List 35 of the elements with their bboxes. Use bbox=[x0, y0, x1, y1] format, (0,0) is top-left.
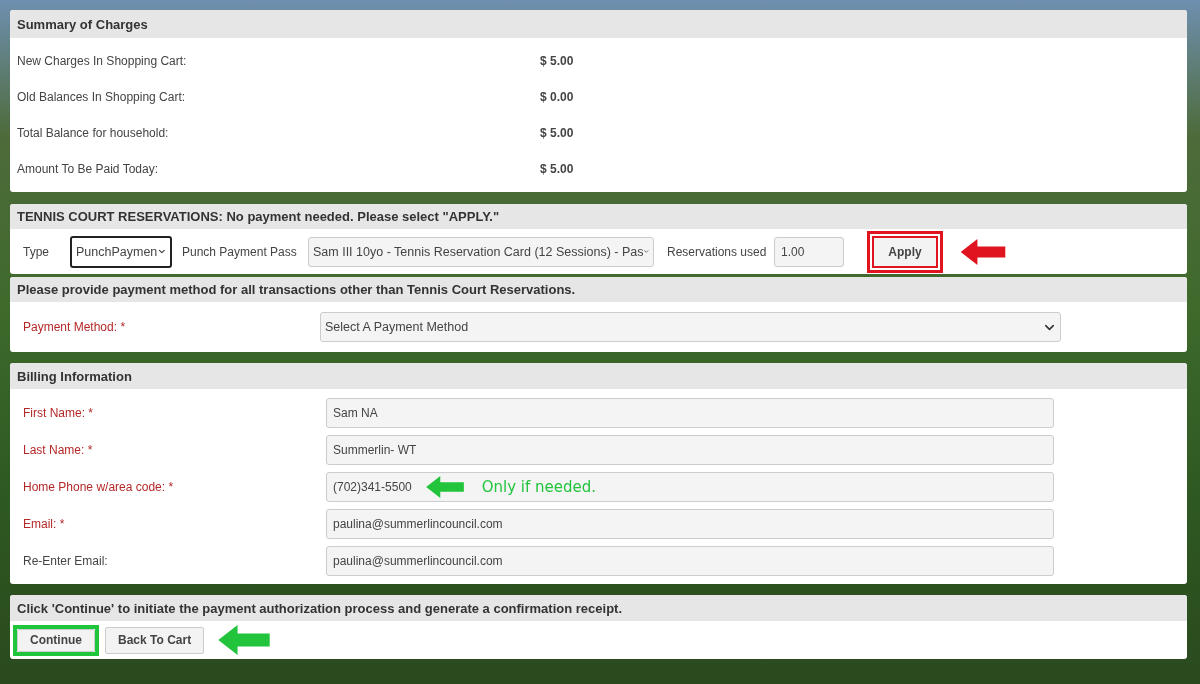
text-field[interactable]: (702)341-5500 Only if needed. bbox=[326, 471, 1054, 502]
charge-amount: $ 5.00 bbox=[540, 126, 575, 140]
continue-button[interactable]: Continue bbox=[17, 628, 95, 652]
charge-label: Old Balances In Shopping Cart: bbox=[17, 90, 187, 104]
charge-label: Total Balance for household: bbox=[17, 126, 170, 140]
annotation-note: Only if needed. bbox=[481, 477, 597, 496]
field-label: Last Name: * bbox=[23, 442, 94, 457]
charge-amount: $ 5.00 bbox=[540, 162, 575, 176]
payment-method-select[interactable]: Select A Payment Method bbox=[320, 312, 1061, 342]
panel-title: Summary of Charges bbox=[10, 10, 1187, 38]
text-field[interactable]: Summerlin- WT bbox=[326, 434, 1054, 465]
text-field[interactable]: paulina@summerlincouncil.com bbox=[326, 508, 1054, 539]
field-label: Re-Enter Email: bbox=[23, 553, 109, 568]
charge-label: New Charges In Shopping Cart: bbox=[17, 54, 188, 68]
apply-button[interactable]: Apply bbox=[874, 237, 936, 266]
field-label: Punch Payment Pass bbox=[182, 244, 298, 259]
panel-title: Please provide payment method for all transactions other than Tennis Court Reservations. bbox=[10, 277, 1187, 302]
pass-select[interactable]: Sam III 10yo - Tennis Reservation Card (12 Sessions) - Pas bbox=[308, 236, 654, 267]
field-label: Reservations used bbox=[667, 244, 768, 259]
panel-title: TENNIS COURT RESERVATIONS: No payment needed. Please select "APPLY." bbox=[10, 204, 1187, 229]
text-field[interactable]: paulina@summerlincouncil.com bbox=[326, 545, 1054, 576]
panel-title: Billing Information bbox=[10, 363, 1187, 389]
text-field[interactable]: Sam NA bbox=[326, 397, 1054, 428]
back-to-cart-button[interactable]: Back To Cart bbox=[105, 626, 205, 654]
panel-title: Click 'Continue' to initiate the payment authorization process and generate a confirmation receipt. bbox=[10, 595, 1187, 621]
field-label: Type bbox=[23, 244, 50, 259]
field-label: Home Phone w/area code: * bbox=[23, 479, 175, 494]
charge-label: Amount To Be Paid Today: bbox=[17, 162, 159, 176]
field-label: Payment Method: * bbox=[23, 320, 127, 334]
reservations-field[interactable]: 1.00 bbox=[774, 236, 844, 267]
field-label: Email: * bbox=[23, 516, 66, 531]
field-label: First Name: * bbox=[23, 405, 94, 420]
type-select[interactable]: PunchPaymen bbox=[70, 235, 172, 268]
charge-amount: $ 5.00 bbox=[540, 54, 575, 68]
charge-amount: $ 0.00 bbox=[540, 90, 575, 104]
